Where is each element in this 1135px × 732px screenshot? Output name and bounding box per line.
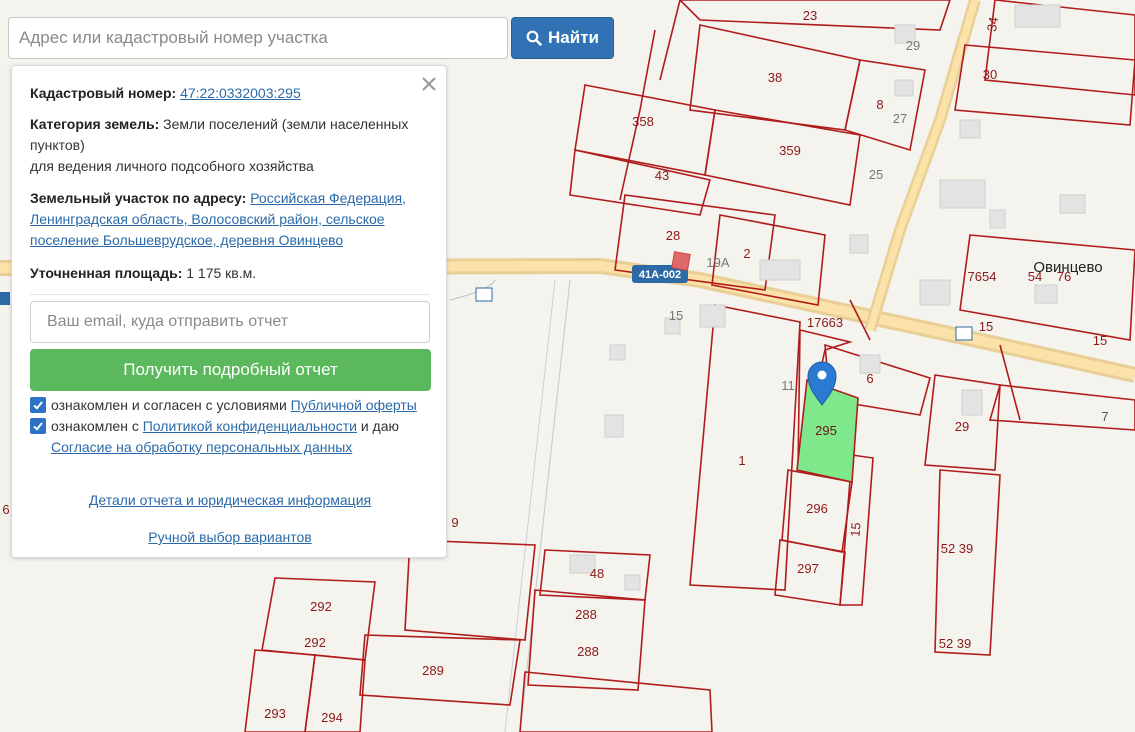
svg-text:15: 15: [1093, 333, 1107, 348]
find-button-label: Найти: [548, 28, 599, 47]
privacy-consent-checkbox[interactable]: [30, 418, 46, 434]
search-input[interactable]: [8, 17, 508, 59]
cadastral-number-link[interactable]: 47:22:0332003:295: [180, 85, 301, 101]
svg-text:19А: 19А: [706, 255, 729, 270]
check-icon: [33, 401, 43, 410]
svg-text:288: 288: [575, 607, 597, 622]
svg-text:28: 28: [666, 228, 680, 243]
category-use: для ведения личного подсобного хозяйства: [30, 158, 314, 174]
svg-text:7: 7: [1101, 409, 1108, 424]
get-report-button[interactable]: Получить подробный отчет: [30, 349, 431, 391]
manual-selection-link[interactable]: Ручной выбор вариантов: [148, 529, 312, 545]
svg-text:1: 1: [738, 453, 745, 468]
village-label: Овинцево: [1033, 259, 1102, 276]
divider: [30, 294, 430, 295]
privacy-consent-text: ознакомлен с Политикой конфиденциальност…: [51, 416, 399, 458]
consent2-tail: и даю: [360, 418, 400, 434]
svg-text:296: 296: [806, 501, 828, 516]
svg-text:27: 27: [893, 111, 907, 126]
svg-text:292: 292: [304, 635, 326, 650]
manual-row: Ручной выбор вариантов: [12, 529, 448, 545]
svg-text:8: 8: [876, 97, 883, 112]
check-icon: [33, 422, 43, 431]
svg-text:297: 297: [797, 561, 819, 576]
address-row: Земельный участок по адресу: Российская …: [30, 188, 406, 251]
svg-text:34: 34: [984, 16, 1001, 33]
category-value-cont: пунктов): [30, 137, 85, 153]
svg-text:289: 289: [422, 663, 444, 678]
svg-text:29: 29: [955, 419, 969, 434]
svg-text:293: 293: [264, 706, 286, 721]
bus-stop-icon: [475, 287, 493, 302]
svg-text:52 39: 52 39: [939, 636, 972, 651]
offer-consent-checkbox[interactable]: [30, 397, 46, 413]
svg-text:7654: 7654: [968, 269, 997, 284]
svg-text:358: 358: [632, 114, 654, 129]
svg-text:48: 48: [590, 566, 604, 581]
search-icon: [526, 30, 542, 46]
address-link-3[interactable]: поселение Большеврудское, деревня Овинце…: [30, 232, 343, 248]
address-label: Земельный участок по адресу:: [30, 190, 247, 206]
svg-text:9: 9: [451, 515, 458, 530]
consent2-label: ознакомлен с: [51, 418, 139, 434]
svg-text:11: 11: [781, 378, 795, 393]
area-label: Уточненная площадь:: [30, 265, 183, 281]
svg-text:29: 29: [906, 38, 920, 53]
svg-text:25: 25: [869, 167, 883, 182]
area-row: Уточненная площадь: 1 175 кв.м.: [30, 263, 256, 284]
bus-stop-icon: [955, 326, 973, 341]
area-value: 1 175 кв.м.: [186, 265, 257, 281]
public-offer-link[interactable]: Публичной оферты: [291, 397, 417, 413]
svg-text:23: 23: [803, 8, 817, 23]
svg-text:17663: 17663: [807, 315, 843, 330]
svg-text:292: 292: [310, 599, 332, 614]
personal-data-consent-link[interactable]: Согласие на обработку персональных данны…: [51, 439, 352, 455]
cadastral-label: Кадастровый номер:: [30, 85, 177, 101]
svg-text:15: 15: [669, 308, 683, 323]
svg-text:15: 15: [979, 319, 993, 334]
svg-text:38: 38: [768, 70, 782, 85]
svg-text:294: 294: [321, 710, 343, 725]
category-row: Категория земель: Земли поселений (земли…: [30, 114, 408, 177]
details-link[interactable]: Детали отчета и юридическая информация: [89, 492, 371, 508]
svg-text:52 39: 52 39: [941, 541, 974, 556]
svg-text:43: 43: [655, 168, 669, 183]
svg-text:30: 30: [983, 67, 997, 82]
consent1-label: ознакомлен и согласен с условиями: [51, 397, 287, 413]
svg-text:6: 6: [2, 502, 9, 517]
offer-consent-text: ознакомлен и согласен с условиями Публич…: [51, 395, 417, 416]
svg-text:288: 288: [577, 644, 599, 659]
details-row: Детали отчета и юридическая информация: [12, 492, 448, 508]
road-label: 41А-002: [639, 269, 681, 281]
svg-text:2: 2: [743, 246, 750, 261]
parcel-info-panel: Кадастровый номер: 47:22:0332003:295 Кат…: [11, 65, 447, 558]
address-link[interactable]: Российская Федерация,: [250, 190, 406, 206]
find-button[interactable]: Найти: [511, 17, 614, 59]
selected-parcel-label: 295: [815, 423, 837, 438]
svg-text:6: 6: [866, 371, 873, 386]
svg-text:359: 359: [779, 143, 801, 158]
email-field[interactable]: [30, 301, 430, 343]
svg-text:15: 15: [847, 522, 863, 538]
privacy-policy-link[interactable]: Политикой конфиденциальности: [143, 418, 357, 434]
category-value: Земли поселений (земли населенных: [163, 116, 409, 132]
category-label: Категория земель:: [30, 116, 160, 132]
address-link-2[interactable]: Ленинградская область, Волосовский район…: [30, 211, 385, 227]
cadastral-row: Кадастровый номер: 47:22:0332003:295: [30, 83, 301, 104]
close-icon[interactable]: [418, 73, 440, 95]
